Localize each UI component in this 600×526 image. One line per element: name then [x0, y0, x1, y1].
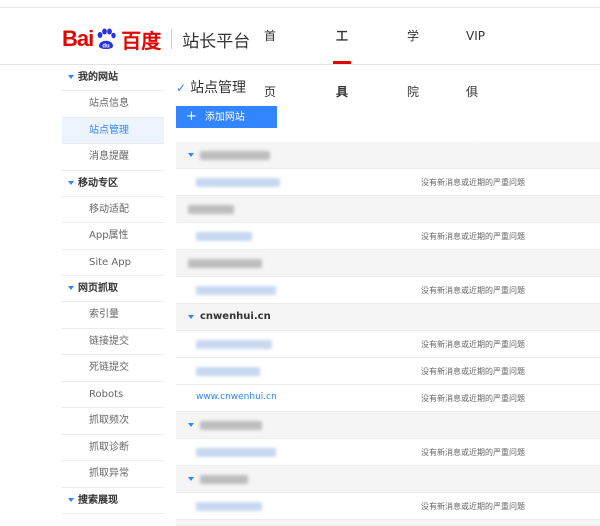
caret-down-icon — [188, 153, 194, 157]
sidebar-item-site-app[interactable]: Site App — [62, 250, 164, 276]
redacted-group-name — [188, 205, 234, 214]
site-status: 没有新消息或近期的严重问题 — [421, 394, 525, 403]
sidebar-item-deadlink-submit[interactable]: 死链提交 — [62, 355, 164, 382]
nav-tools[interactable]: 工具 — [332, 8, 352, 99]
site-status: 没有新消息或近期的严重问题 — [421, 367, 525, 376]
caret-down-icon — [188, 423, 194, 427]
redacted-site-url[interactable] — [196, 340, 272, 349]
site-status: 没有新消息或近期的严重问题 — [421, 448, 525, 457]
sidebar-item-link-submit[interactable]: 链接提交 — [62, 329, 164, 355]
sidebar-group-search-display[interactable]: 搜索展现 — [62, 488, 164, 514]
sidebar-group-label: 我的网站 — [78, 72, 118, 83]
site-row[interactable]: www.cnwenhui.cn 没有新消息或近期的严重问题 — [176, 385, 600, 412]
site-group-row-cnwenhui[interactable]: cnwenhui.cn — [176, 304, 600, 331]
baidu-logo[interactable]: Bai du 百度 站长平台 — [62, 26, 251, 53]
site-row[interactable]: 没有新消息或近期的严重问题 — [176, 493, 600, 520]
add-site-button[interactable]: + 添加网站 — [176, 106, 277, 128]
caret-down-icon — [68, 286, 74, 290]
site-group-row[interactable] — [176, 250, 600, 277]
site-group-name: cnwenhui.cn — [200, 311, 271, 322]
redacted-site-url[interactable] — [196, 367, 260, 376]
page-title-text: 站点管理 — [190, 80, 247, 96]
sidebar-group-my-sites[interactable]: 我的网站 — [62, 65, 164, 91]
nav-home[interactable]: 首页 — [264, 8, 276, 99]
sidebar: 我的网站 站点信息 站点管理 消息提醒 移动专区 移动适配 App属性 Site… — [62, 65, 164, 514]
svg-text:du: du — [103, 44, 111, 50]
site-url-link[interactable]: www.cnwenhui.cn — [196, 392, 277, 402]
redacted-site-url[interactable] — [196, 178, 280, 187]
site-group-row-partial — [176, 520, 600, 526]
sidebar-item-robots[interactable]: Robots — [62, 382, 164, 408]
caret-down-icon — [68, 497, 74, 502]
sidebar-group-label: 搜索展现 — [78, 494, 118, 506]
sidebar-group-mobile[interactable]: 移动专区 — [62, 171, 164, 197]
main-content: ✓ 站点管理 + 添加网站 没有新消息或近期的严重问题 没有新消息或近期的严重问题 … — [176, 65, 600, 526]
site-row[interactable]: 没有新消息或近期的严重问题 — [176, 223, 600, 250]
sidebar-item-index-volume[interactable]: 索引量 — [62, 302, 164, 329]
sidebar-item-crawl-errors[interactable]: 抓取异常 — [62, 461, 164, 488]
site-row[interactable]: 没有新消息或近期的严重问题 — [176, 331, 600, 358]
caret-down-icon — [188, 477, 194, 481]
add-site-label: 添加网站 — [204, 112, 245, 123]
browser-top-strip — [0, 0, 600, 8]
site-row[interactable]: 没有新消息或近期的严重问题 — [176, 358, 600, 385]
site-row[interactable]: 没有新消息或近期的严重问题 — [176, 277, 600, 304]
sidebar-item-site-management[interactable]: 站点管理 — [62, 117, 164, 144]
site-row[interactable]: 没有新消息或近期的严重问题 — [176, 169, 600, 196]
platform-title: 站长平台 — [182, 31, 251, 52]
sidebar-item-app-attributes[interactable]: App属性 — [62, 223, 164, 250]
site-row[interactable]: 没有新消息或近期的严重问题 — [176, 439, 600, 466]
nav-academy[interactable]: 学院 — [407, 8, 419, 99]
redacted-site-url[interactable] — [196, 232, 252, 241]
redacted-group-name — [200, 421, 262, 430]
sidebar-group-crawl[interactable]: 网页抓取 — [62, 276, 164, 302]
nav-vip-club[interactable]: VIP俱乐部 — [466, 8, 485, 211]
redacted-group-name — [200, 151, 270, 160]
site-group-row[interactable] — [176, 412, 600, 439]
caret-down-icon — [68, 180, 74, 185]
redacted-site-url[interactable] — [196, 502, 262, 511]
plus-icon: + — [186, 109, 197, 124]
paw-icon: du — [94, 27, 118, 51]
site-group-row[interactable] — [176, 142, 600, 169]
redacted-site-url[interactable] — [196, 448, 276, 457]
site-header: Bai du 百度 站长平台 — [0, 8, 600, 65]
site-status: 没有新消息或近期的严重问题 — [421, 286, 525, 295]
page-title: ✓ 站点管理 — [176, 77, 246, 97]
sidebar-item-crawl-frequency[interactable]: 抓取频次 — [62, 408, 164, 435]
site-group-row[interactable] — [176, 466, 600, 493]
site-status: 没有新消息或近期的严重问题 — [421, 232, 525, 241]
logo-bai-text: Bai — [62, 26, 94, 51]
redacted-site-url[interactable] — [196, 286, 276, 295]
logo-baidu-text: 百度 — [121, 30, 162, 53]
sidebar-item-crawl-diagnosis[interactable]: 抓取诊断 — [62, 435, 164, 461]
logo-divider — [171, 29, 173, 49]
check-v-icon: ✓ — [176, 81, 187, 95]
sidebar-item-message-alerts[interactable]: 消息提醒 — [62, 144, 164, 171]
site-status: 没有新消息或近期的严重问题 — [421, 502, 525, 511]
sidebar-group-label: 移动专区 — [78, 177, 118, 189]
redacted-group-name — [188, 259, 262, 268]
redacted-group-name — [200, 475, 248, 484]
site-status: 没有新消息或近期的严重问题 — [421, 340, 525, 349]
caret-down-icon — [188, 315, 194, 319]
sidebar-item-site-info[interactable]: 站点信息 — [62, 91, 164, 118]
caret-down-icon — [68, 75, 74, 79]
sidebar-group-label: 网页抓取 — [78, 283, 118, 294]
site-group-row[interactable] — [176, 196, 600, 223]
site-status: 没有新消息或近期的严重问题 — [421, 178, 525, 187]
sidebar-item-mobile-adapt[interactable]: 移动适配 — [62, 197, 164, 223]
